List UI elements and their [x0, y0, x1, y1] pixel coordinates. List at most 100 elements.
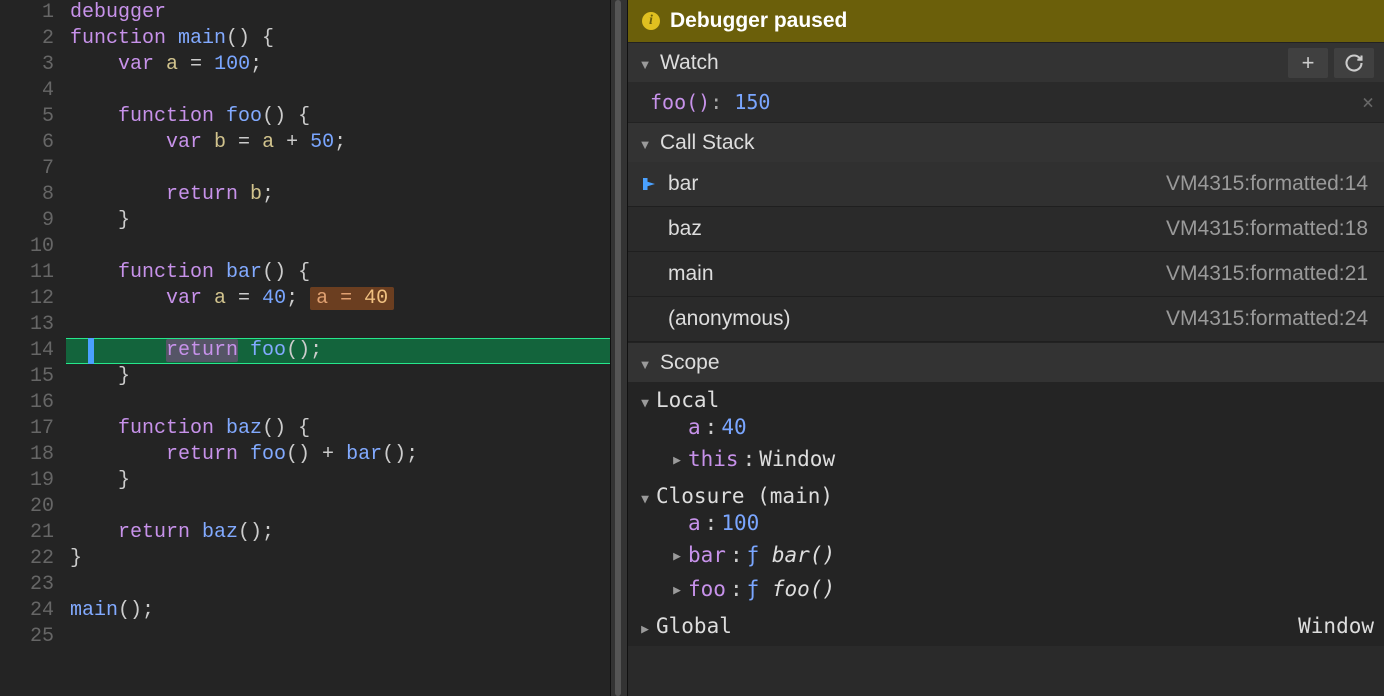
code-line[interactable]: main();	[66, 598, 610, 624]
line-number: 21	[0, 520, 54, 546]
frame-location: VM4315:formatted:21	[1166, 262, 1368, 286]
debugger-sidebar: i Debugger paused Watch + foo(): 150 × C…	[628, 0, 1384, 696]
code-line[interactable]: }	[66, 364, 610, 390]
chevron-right-icon[interactable]	[638, 614, 652, 638]
line-number: 12	[0, 286, 54, 312]
code-line[interactable]	[66, 624, 610, 650]
code-line[interactable]: function baz() {	[66, 416, 610, 442]
code-line[interactable]: var b = a + 50;	[66, 130, 610, 156]
watch-expression: foo()	[650, 90, 710, 114]
remove-watch-button[interactable]: ×	[1362, 90, 1374, 114]
watch-title: Watch	[660, 51, 719, 75]
line-number: 19	[0, 468, 54, 494]
code-editor[interactable]: 1234567891011121314151617181920212223242…	[0, 0, 610, 696]
code-line[interactable]	[66, 234, 610, 260]
code-line[interactable]: function foo() {	[66, 104, 610, 130]
banner-text: Debugger paused	[670, 9, 847, 33]
scope-variable[interactable]: a: 100	[670, 508, 1374, 538]
refresh-icon	[1344, 53, 1364, 73]
inline-value-tooltip: a = 40	[310, 287, 394, 310]
line-number: 5	[0, 104, 54, 130]
line-number: 22	[0, 546, 54, 572]
line-number: 25	[0, 624, 54, 650]
line-number: 1	[0, 0, 54, 26]
chevron-down-icon[interactable]	[638, 131, 652, 155]
scrollbar-thumb[interactable]	[615, 350, 621, 430]
scope-panel: Locala: 40this: Window Closure (main)a: 1…	[628, 382, 1384, 646]
scope-title: Scope	[660, 351, 720, 375]
line-number: 9	[0, 208, 54, 234]
code-line[interactable]	[66, 494, 610, 520]
chevron-down-icon[interactable]	[638, 388, 652, 412]
code-line[interactable]: return baz();	[66, 520, 610, 546]
chevron-down-icon[interactable]	[638, 51, 652, 75]
line-number: 14	[0, 338, 54, 364]
code-line[interactable]: return foo();	[66, 338, 610, 364]
line-number: 13	[0, 312, 54, 338]
stack-frame[interactable]: bar VM4315:formatted:14	[628, 162, 1384, 207]
chevron-right-icon[interactable]	[670, 538, 684, 572]
stack-frame[interactable]: (anonymous)VM4315:formatted:24	[628, 297, 1384, 342]
scope-group-title[interactable]: Local	[638, 388, 1374, 412]
refresh-watch-button[interactable]	[1334, 48, 1374, 78]
scope-variable[interactable]: bar: ƒ bar()	[670, 538, 1374, 572]
frame-name: main	[668, 262, 714, 286]
scope-variable[interactable]: foo: ƒ foo()	[670, 572, 1374, 606]
code-line[interactable]: var a = 40;a = 40	[66, 286, 610, 312]
stack-frame[interactable]: baz VM4315:formatted:18	[628, 207, 1384, 252]
code-line[interactable]	[66, 572, 610, 598]
code-line[interactable]: }	[66, 546, 610, 572]
line-number: 17	[0, 416, 54, 442]
line-number: 2	[0, 26, 54, 52]
scope-group-title[interactable]: GlobalWindow	[638, 614, 1374, 638]
chevron-down-icon[interactable]	[638, 351, 652, 375]
line-number: 3	[0, 52, 54, 78]
current-frame-icon	[640, 175, 658, 193]
watch-value: 150	[734, 90, 770, 114]
line-number: 6	[0, 130, 54, 156]
chevron-right-icon[interactable]	[670, 442, 684, 476]
line-number: 10	[0, 234, 54, 260]
code-area[interactable]: debuggerfunction main() { var a = 100; f…	[66, 0, 610, 696]
line-number: 23	[0, 572, 54, 598]
line-number: 18	[0, 442, 54, 468]
scope-variable[interactable]: a: 40	[670, 412, 1374, 442]
chevron-right-icon[interactable]	[670, 572, 684, 606]
add-watch-button[interactable]: +	[1288, 48, 1328, 78]
chevron-down-icon[interactable]	[638, 484, 652, 508]
code-line[interactable]: var a = 100;	[66, 52, 610, 78]
scope-header[interactable]: Scope	[628, 342, 1384, 382]
code-line[interactable]: }	[66, 468, 610, 494]
code-line[interactable]	[66, 312, 610, 338]
code-line[interactable]: return foo() + bar();	[66, 442, 610, 468]
line-number: 4	[0, 78, 54, 104]
scope-group: GlobalWindow	[628, 608, 1384, 640]
code-line[interactable]: function main() {	[66, 26, 610, 52]
scope-extra: Window	[1298, 614, 1374, 638]
watch-row[interactable]: foo(): 150 ×	[628, 82, 1384, 122]
line-number: 11	[0, 260, 54, 286]
callstack-header[interactable]: Call Stack	[628, 122, 1384, 162]
callstack-title: Call Stack	[660, 131, 755, 155]
code-line[interactable]: debugger	[66, 0, 610, 26]
stack-frame[interactable]: main VM4315:formatted:21	[628, 252, 1384, 297]
code-line[interactable]	[66, 78, 610, 104]
scope-group: Locala: 40this: Window	[628, 382, 1384, 478]
code-line[interactable]: return b;	[66, 182, 610, 208]
line-number: 15	[0, 364, 54, 390]
frame-name: bar	[668, 172, 698, 196]
code-line[interactable]	[66, 156, 610, 182]
frame-location: VM4315:formatted:18	[1166, 217, 1368, 241]
line-number: 8	[0, 182, 54, 208]
debugger-banner: i Debugger paused	[628, 0, 1384, 42]
scope-group-title[interactable]: Closure (main)	[638, 484, 1374, 508]
scope-variable[interactable]: this: Window	[670, 442, 1374, 476]
watch-header[interactable]: Watch +	[628, 42, 1384, 82]
pane-splitter[interactable]	[610, 0, 628, 696]
code-line[interactable]: function bar() {	[66, 260, 610, 286]
code-line[interactable]: }	[66, 208, 610, 234]
line-number: 24	[0, 598, 54, 624]
frame-location: VM4315:formatted:14	[1166, 172, 1368, 196]
code-line[interactable]	[66, 390, 610, 416]
frame-name: baz	[668, 217, 702, 241]
